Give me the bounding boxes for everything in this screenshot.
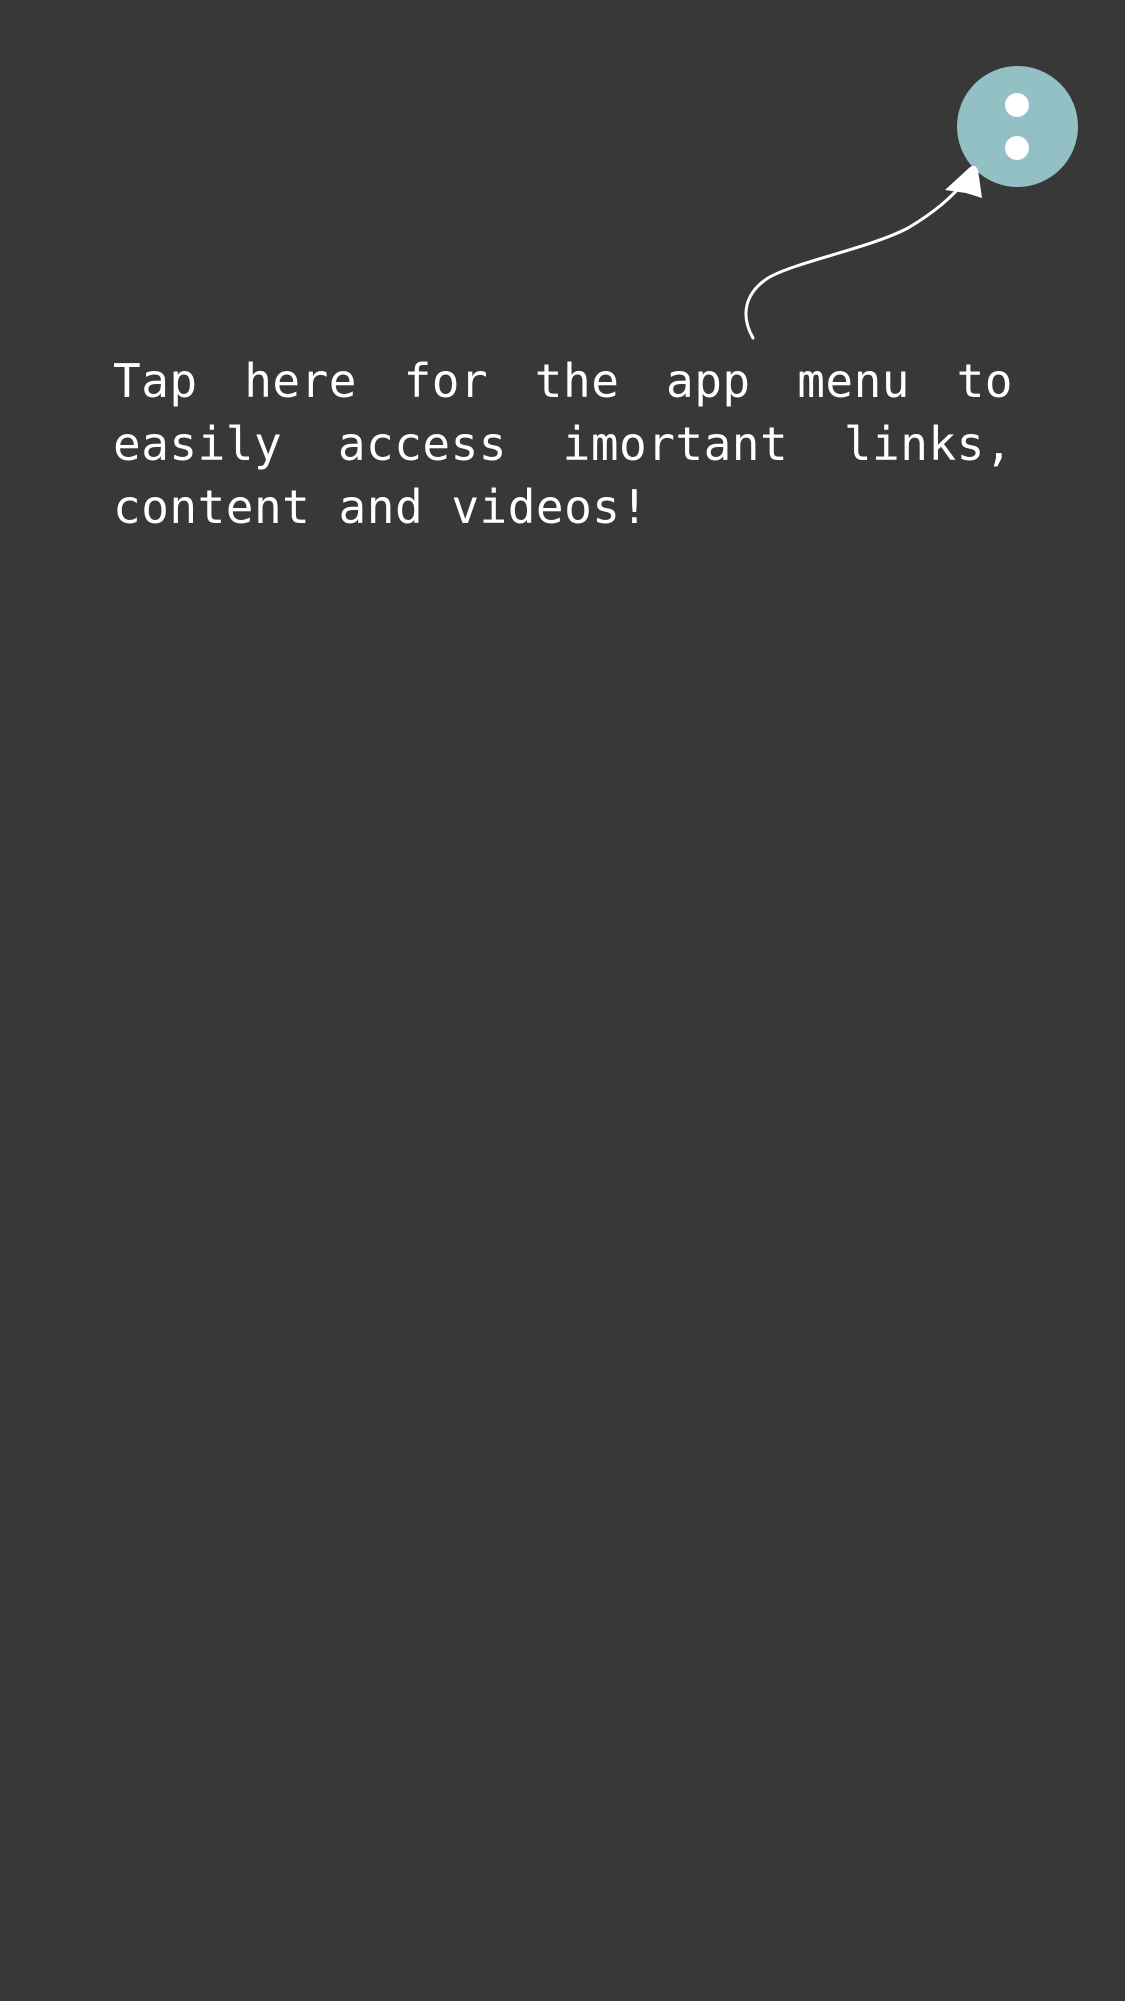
onboarding-overlay: Tap here for the app menu to easily acce… [0, 0, 1125, 2001]
onboarding-hint-text: Tap here for the app menu to easily acce… [113, 354, 1013, 534]
menu-dot-top [1005, 93, 1029, 117]
curved-arrow-icon [744, 165, 982, 340]
menu-dot-bottom [1005, 136, 1029, 160]
